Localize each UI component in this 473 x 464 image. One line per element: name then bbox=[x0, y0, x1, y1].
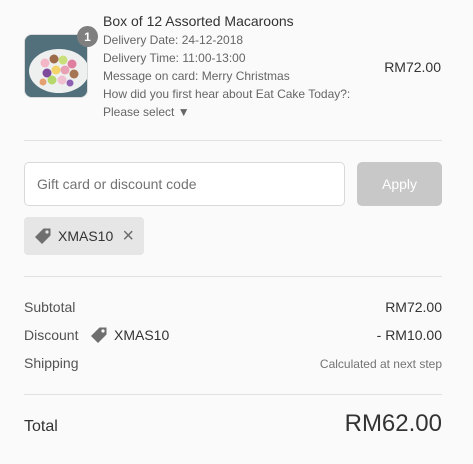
item-property-referral-question: How did you first hear about Eat Cake To… bbox=[103, 87, 351, 101]
caret-down-icon: ▼ bbox=[177, 105, 190, 119]
discount-tag: XMAS10 bbox=[90, 326, 169, 344]
item-property-card-message: Message on card: Merry Christmas bbox=[103, 69, 290, 83]
item-property-delivery-time: Delivery Time: 11:00-13:00 bbox=[103, 51, 246, 65]
divider bbox=[24, 140, 442, 141]
shipping-value: Calculated at next step bbox=[319, 357, 442, 371]
quantity-badge: 1 bbox=[77, 26, 98, 47]
tag-icon bbox=[35, 228, 51, 244]
referral-select[interactable]: Please select ▼ bbox=[103, 103, 383, 121]
item-property-delivery-date: Delivery Date: 24-12-2018 bbox=[103, 33, 244, 47]
item-title: Box of 12 Assorted Macaroons bbox=[103, 13, 294, 29]
total-value: RM62.00 bbox=[344, 410, 442, 437]
referral-select-label: Please select bbox=[103, 105, 175, 119]
divider bbox=[24, 276, 442, 277]
macaroon-image bbox=[25, 35, 87, 97]
product-thumbnail bbox=[24, 34, 88, 98]
discount-label: Discount bbox=[24, 327, 79, 343]
shipping-row: Shipping Calculated at next step bbox=[24, 355, 442, 375]
shipping-label: Shipping bbox=[24, 355, 79, 371]
subtotal-value: RM72.00 bbox=[385, 299, 442, 315]
applied-discount-chip: XMAS10 × bbox=[24, 217, 144, 255]
total-label: Total bbox=[24, 418, 58, 435]
tag-icon bbox=[91, 327, 107, 343]
discount-code: XMAS10 bbox=[114, 327, 170, 343]
applied-discount-code: XMAS10 bbox=[58, 228, 114, 244]
product-thumbnail-wrapper: 1 bbox=[24, 26, 98, 98]
discount-row: Discount XMAS10 - RM10.00 bbox=[24, 327, 442, 347]
discount-code-input[interactable] bbox=[24, 162, 345, 206]
item-details: Box of 12 Assorted Macaroons Delivery Da… bbox=[103, 12, 383, 121]
discount-value: - RM10.00 bbox=[376, 327, 442, 343]
apply-button[interactable]: Apply bbox=[357, 162, 442, 206]
subtotal-row: Subtotal RM72.00 bbox=[24, 299, 442, 319]
cart-item: 1 Box of 12 Assorted Macaroons Delivery … bbox=[0, 0, 473, 140]
divider bbox=[24, 394, 442, 395]
item-price: RM72.00 bbox=[384, 59, 441, 75]
remove-discount-icon[interactable]: × bbox=[122, 226, 134, 246]
subtotal-label: Subtotal bbox=[24, 299, 76, 315]
